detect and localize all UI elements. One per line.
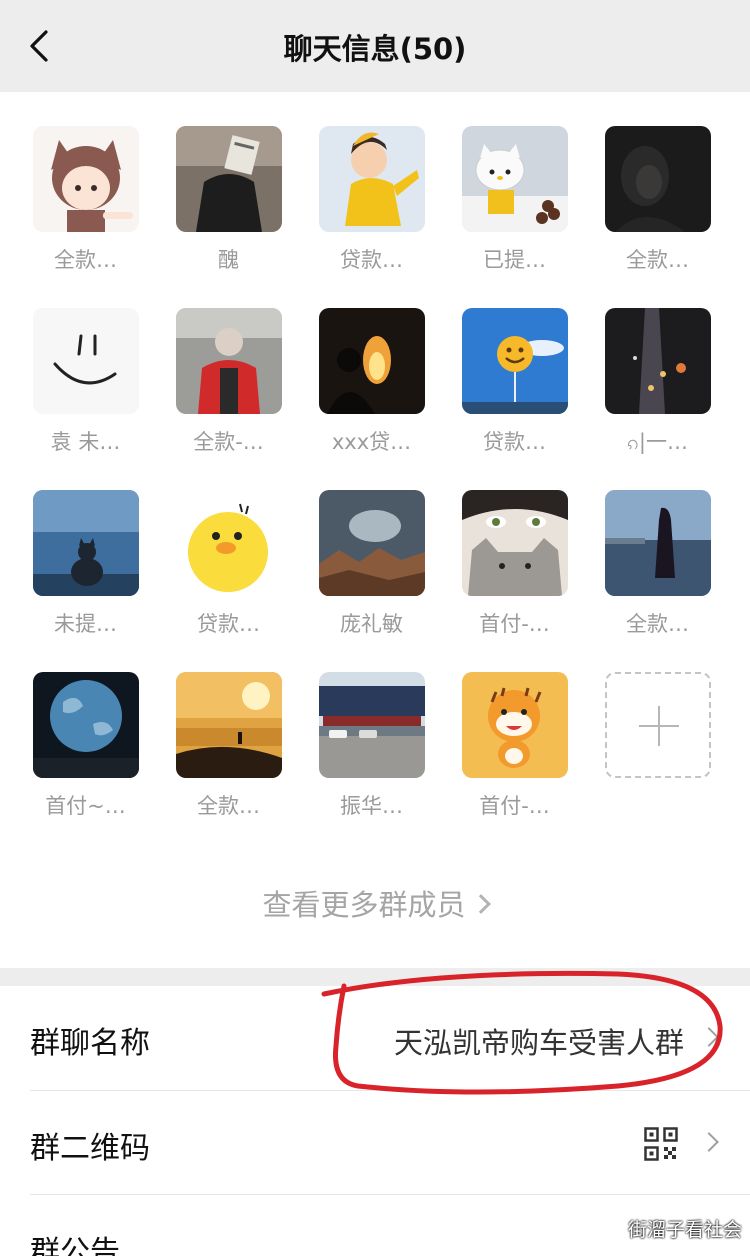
- avatar[interactable]: [318, 672, 425, 778]
- member-name: 全款-…: [193, 430, 264, 454]
- chevron-right-icon: [699, 1027, 719, 1047]
- avatar[interactable]: [461, 126, 568, 232]
- member-name: ၵ|一…: [627, 430, 688, 454]
- group-notice-label: 群公告: [30, 1235, 120, 1256]
- watermark-text: 街溜子看社会: [627, 1219, 742, 1241]
- avatar[interactable]: [175, 672, 282, 778]
- avatar[interactable]: [604, 308, 711, 414]
- member-item[interactable]: 醜: [157, 126, 300, 308]
- avatar[interactable]: [32, 490, 139, 596]
- member-item[interactable]: 贷款…: [157, 490, 300, 672]
- view-more-members-label: 查看更多群成员: [262, 888, 466, 922]
- member-item[interactable]: 全款…: [586, 126, 729, 308]
- member-name: 全款…: [626, 612, 689, 636]
- avatar[interactable]: [175, 126, 282, 232]
- avatar[interactable]: [175, 490, 282, 596]
- member-name: 全款…: [197, 794, 260, 818]
- avatar[interactable]: [604, 126, 711, 232]
- avatar[interactable]: [175, 308, 282, 414]
- member-item[interactable]: 振华…: [300, 672, 443, 854]
- member-item[interactable]: 已提…: [443, 126, 586, 308]
- member-name: 袁 未…: [50, 430, 121, 454]
- avatar[interactable]: [32, 672, 139, 778]
- avatar[interactable]: [604, 490, 711, 596]
- member-name: 庞礼敏: [340, 612, 403, 636]
- avatar[interactable]: [32, 126, 139, 232]
- member-item[interactable]: 全款…: [14, 126, 157, 308]
- avatar[interactable]: [318, 126, 425, 232]
- member-panel: 全款… 醜 贷款… 已提… 全款… 袁 未… 全款-… xxx贷… 贷款… ၵ|…: [0, 92, 750, 968]
- member-item[interactable]: 全款…: [157, 672, 300, 854]
- member-item[interactable]: 未提…: [14, 490, 157, 672]
- member-name: 贷款…: [483, 430, 546, 454]
- member-item[interactable]: 袁 未…: [14, 308, 157, 490]
- avatar[interactable]: [461, 672, 568, 778]
- view-more-members-link[interactable]: 查看更多群成员: [0, 882, 750, 924]
- member-item[interactable]: 首付-…: [443, 490, 586, 672]
- avatar[interactable]: [318, 308, 425, 414]
- member-name: xxx贷…: [331, 430, 412, 454]
- page-title: 聊天信息(50): [283, 32, 467, 66]
- member-name: 首付-…: [479, 612, 550, 636]
- member-name: 贷款…: [197, 612, 260, 636]
- member-name: 已提…: [483, 248, 546, 272]
- member-name: 首付-…: [479, 794, 550, 818]
- plus-icon[interactable]: [604, 672, 711, 778]
- avatar[interactable]: [318, 490, 425, 596]
- group-name-row[interactable]: 群聊名称 天泓凯帝购车受害人群: [0, 986, 750, 1090]
- member-item[interactable]: 贷款…: [300, 126, 443, 308]
- member-item[interactable]: 首付-…: [443, 672, 586, 854]
- member-name: 全款…: [626, 248, 689, 272]
- member-name: 未提…: [54, 612, 117, 636]
- member-name: 首付~…: [45, 794, 126, 818]
- qr-code-icon: [644, 1127, 678, 1161]
- group-qr-row[interactable]: 群二维码: [0, 1091, 750, 1195]
- avatar[interactable]: [32, 308, 139, 414]
- member-grid: 全款… 醜 贷款… 已提… 全款… 袁 未… 全款-… xxx贷… 贷款… ၵ|…: [14, 126, 736, 854]
- group-name-value: 天泓凯帝购车受害人群: [393, 1026, 684, 1060]
- member-name: 振华…: [340, 794, 403, 818]
- group-name-label: 群聊名称: [30, 1026, 150, 1061]
- member-item[interactable]: xxx贷…: [300, 308, 443, 490]
- member-name: 醜: [218, 248, 239, 272]
- member-item[interactable]: 贷款…: [443, 308, 586, 490]
- member-item[interactable]: 全款…: [586, 490, 729, 672]
- member-item[interactable]: 庞礼敏: [300, 490, 443, 672]
- avatar[interactable]: [461, 308, 568, 414]
- member-name: 贷款…: [340, 248, 403, 272]
- member-name: 全款…: [54, 248, 117, 272]
- member-item[interactable]: ၵ|一…: [586, 308, 729, 490]
- group-qr-label: 群二维码: [30, 1131, 150, 1166]
- chevron-right-icon: [699, 1132, 719, 1152]
- add-member[interactable]: [586, 672, 729, 854]
- member-item[interactable]: 全款-…: [157, 308, 300, 490]
- member-item[interactable]: 首付~…: [14, 672, 157, 854]
- chevron-right-icon: [470, 894, 491, 914]
- navbar: 聊天信息(50): [0, 0, 750, 92]
- avatar[interactable]: [461, 490, 568, 596]
